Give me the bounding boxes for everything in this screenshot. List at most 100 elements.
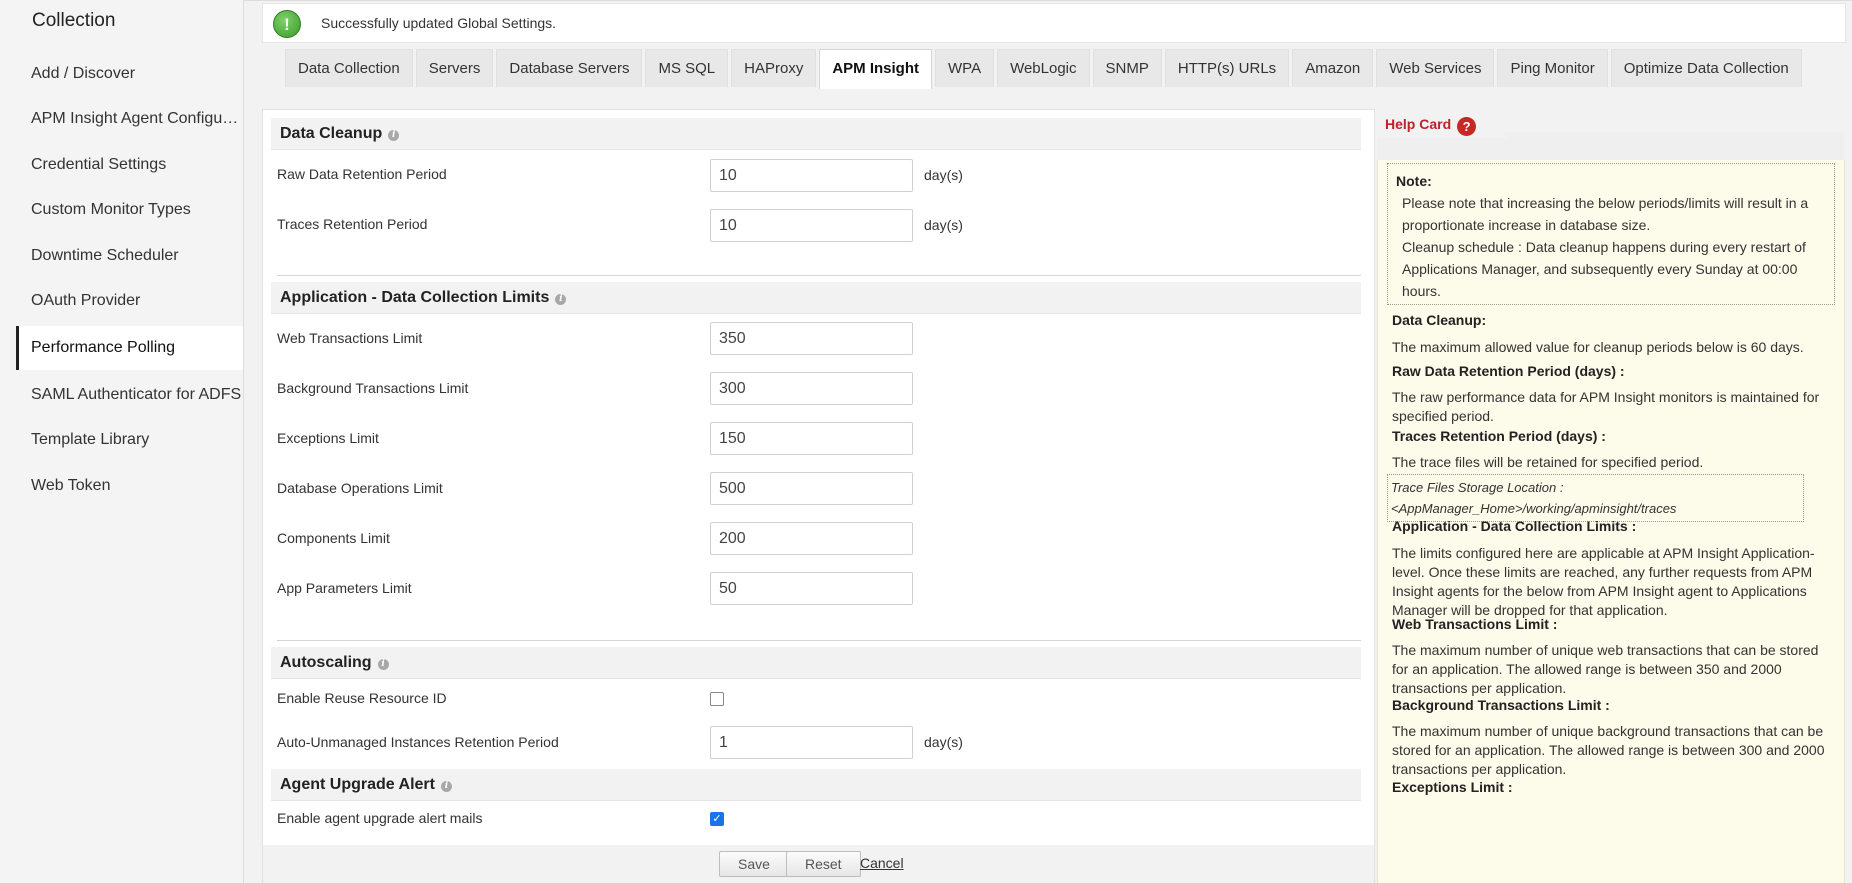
trace-storage-location-box: Trace Files Storage Location : <AppManag… bbox=[1387, 474, 1804, 522]
help-paragraph: The maximum number of unique web transac… bbox=[1392, 642, 1819, 696]
raw-data-retention-label: Raw Data Retention Period bbox=[277, 166, 447, 182]
tab-ms-sql[interactable]: MS SQL bbox=[645, 49, 729, 87]
apm-insight-settings-form: Data Cleanup i Raw Data Retention Period … bbox=[262, 109, 1375, 883]
background-transactions-limit-label: Background Transactions Limit bbox=[277, 380, 469, 396]
help-note-title: Note: bbox=[1396, 173, 1432, 189]
tab-amazon[interactable]: Amazon bbox=[1292, 49, 1374, 87]
traces-retention-label: Traces Retention Period bbox=[277, 216, 428, 232]
help-heading: Exceptions Limit : bbox=[1392, 779, 1513, 795]
section-divider bbox=[277, 275, 1361, 276]
exceptions-limit-input[interactable] bbox=[710, 422, 913, 455]
tab-snmp[interactable]: SNMP bbox=[1092, 49, 1162, 87]
success-message: Successfully updated Global Settings. bbox=[321, 15, 557, 31]
help-heading: Background Transactions Limit : bbox=[1392, 697, 1610, 713]
enable-agent-upgrade-mails-label: Enable agent upgrade alert mails bbox=[277, 810, 483, 826]
raw-data-retention-unit: day(s) bbox=[924, 167, 963, 183]
help-tab-corner bbox=[1485, 110, 1507, 138]
sidebar: Collection Add / Discover APM Insight Ag… bbox=[0, 0, 244, 883]
help-note-text: Please note that increasing the below pe… bbox=[1402, 195, 1809, 233]
enable-agent-upgrade-mails-checkbox[interactable]: ✓ bbox=[710, 812, 724, 826]
traces-retention-input[interactable] bbox=[710, 209, 913, 242]
info-icon[interactable]: i bbox=[377, 659, 389, 670]
help-heading: Data Cleanup: bbox=[1392, 312, 1487, 328]
web-transactions-limit-input[interactable] bbox=[710, 322, 913, 355]
help-heading: Application - Data Collection Limits : bbox=[1392, 518, 1637, 534]
tab-ping-monitor[interactable]: Ping Monitor bbox=[1497, 49, 1608, 87]
sidebar-item-performance-polling[interactable]: Performance Polling bbox=[16, 326, 243, 370]
tab-wpa[interactable]: WPA bbox=[935, 49, 995, 87]
tab-apm-insight[interactable]: APM Insight bbox=[819, 49, 933, 89]
main-area: ! Successfully updated Global Settings. … bbox=[244, 0, 1852, 883]
help-note-text: Cleanup schedule : Data cleanup happens … bbox=[1402, 239, 1806, 299]
section-divider bbox=[277, 640, 1361, 641]
trace-storage-label: Trace Files Storage Location : bbox=[1391, 480, 1564, 495]
auto-unmanaged-retention-label: Auto-Unmanaged Instances Retention Perio… bbox=[277, 734, 559, 750]
tab-weblogic[interactable]: WebLogic bbox=[997, 49, 1090, 87]
help-paragraph: The raw performance data for APM Insight… bbox=[1392, 389, 1820, 424]
section-autoscaling: Autoscaling i bbox=[271, 647, 1361, 679]
info-icon[interactable]: i bbox=[555, 294, 567, 305]
sidebar-item-credential-settings[interactable]: Credential Settings bbox=[16, 143, 243, 187]
tab-optimize-data-collection[interactable]: Optimize Data Collection bbox=[1610, 49, 1802, 87]
help-paragraph: The maximum allowed value for cleanup pe… bbox=[1392, 339, 1804, 355]
info-icon[interactable]: i bbox=[440, 781, 452, 792]
tab-web-services[interactable]: Web Services bbox=[1376, 49, 1495, 87]
help-note-box: Note: Please note that increasing the be… bbox=[1387, 163, 1835, 305]
section-agent-upgrade-alert: Agent Upgrade Alert i bbox=[271, 769, 1361, 801]
tab-servers[interactable]: Servers bbox=[415, 49, 494, 87]
auto-unmanaged-retention-unit: day(s) bbox=[924, 734, 963, 750]
cancel-link[interactable]: Cancel bbox=[860, 855, 904, 871]
sidebar-item-custom-monitor-types[interactable]: Custom Monitor Types bbox=[16, 188, 243, 232]
database-operations-limit-input[interactable] bbox=[710, 472, 913, 505]
help-heading: Raw Data Retention Period (days) : bbox=[1392, 363, 1625, 379]
section-data-cleanup: Data Cleanup i bbox=[271, 118, 1361, 150]
components-limit-label: Components Limit bbox=[277, 530, 390, 546]
success-exclamation-icon: ! bbox=[273, 10, 301, 38]
tab-database-servers[interactable]: Database Servers bbox=[496, 49, 643, 87]
database-operations-limit-label: Database Operations Limit bbox=[277, 480, 443, 496]
section-title: Agent Upgrade Alert bbox=[280, 776, 435, 793]
help-paragraph: The trace files will be retained for spe… bbox=[1392, 454, 1704, 470]
section-title: Data Cleanup bbox=[280, 125, 383, 142]
question-mark-icon: ? bbox=[1457, 117, 1477, 136]
trace-storage-path: <AppManager_Home>/working/apminsight/tra… bbox=[1391, 501, 1677, 516]
app-parameters-limit-label: App Parameters Limit bbox=[277, 580, 412, 596]
help-heading: Traces Retention Period (days) : bbox=[1392, 428, 1606, 444]
sidebar-item-add-discover[interactable]: Add / Discover bbox=[16, 52, 243, 96]
components-limit-input[interactable] bbox=[710, 522, 913, 555]
help-card: Help Card? Note: Please note that increa… bbox=[1377, 110, 1845, 883]
help-paragraph: The limits configured here are applicabl… bbox=[1392, 545, 1815, 618]
auto-unmanaged-retention-input[interactable] bbox=[710, 726, 913, 759]
help-card-body: Note: Please note that increasing the be… bbox=[1377, 160, 1845, 883]
section-data-collection-limits: Application - Data Collection Limits i bbox=[271, 282, 1361, 314]
exceptions-limit-label: Exceptions Limit bbox=[277, 430, 379, 446]
sidebar-item-web-token[interactable]: Web Token bbox=[16, 464, 243, 508]
tab-http-urls[interactable]: HTTP(s) URLs bbox=[1164, 49, 1290, 87]
tab-data-collection[interactable]: Data Collection bbox=[285, 49, 413, 87]
sidebar-item-apm-insight-agent-configuration[interactable]: APM Insight Agent Configuration bbox=[16, 97, 243, 141]
tab-haproxy[interactable]: HAProxy bbox=[731, 49, 817, 87]
web-transactions-limit-label: Web Transactions Limit bbox=[277, 330, 423, 346]
reset-button[interactable]: Reset bbox=[786, 851, 861, 877]
success-notification: ! Successfully updated Global Settings. bbox=[262, 3, 1846, 43]
help-card-tab: Help Card? bbox=[1377, 110, 1492, 138]
sidebar-item-downtime-scheduler[interactable]: Downtime Scheduler bbox=[16, 234, 243, 278]
sidebar-item-oauth-provider[interactable]: OAuth Provider bbox=[16, 279, 243, 323]
background-transactions-limit-input[interactable] bbox=[710, 372, 913, 405]
sidebar-item-template-library[interactable]: Template Library bbox=[16, 418, 243, 462]
traces-retention-unit: day(s) bbox=[924, 217, 963, 233]
raw-data-retention-input[interactable] bbox=[710, 159, 913, 192]
enable-reuse-resource-id-checkbox[interactable] bbox=[710, 692, 724, 706]
settings-tabs: Data Collection Servers Database Servers… bbox=[285, 49, 1802, 89]
help-heading: Web Transactions Limit : bbox=[1392, 616, 1558, 632]
enable-reuse-resource-id-label: Enable Reuse Resource ID bbox=[277, 690, 447, 706]
section-title: Application - Data Collection Limits bbox=[280, 289, 550, 306]
help-paragraph: The maximum number of unique background … bbox=[1392, 723, 1825, 777]
sidebar-item-saml-authenticator[interactable]: SAML Authenticator for ADFS bbox=[16, 373, 243, 417]
info-icon[interactable]: i bbox=[388, 130, 400, 141]
help-card-title: Help Card bbox=[1385, 116, 1452, 132]
app-parameters-limit-input[interactable] bbox=[710, 572, 913, 605]
save-button[interactable]: Save bbox=[719, 851, 789, 877]
sidebar-title: Collection bbox=[32, 10, 116, 31]
section-title: Autoscaling bbox=[280, 654, 372, 671]
